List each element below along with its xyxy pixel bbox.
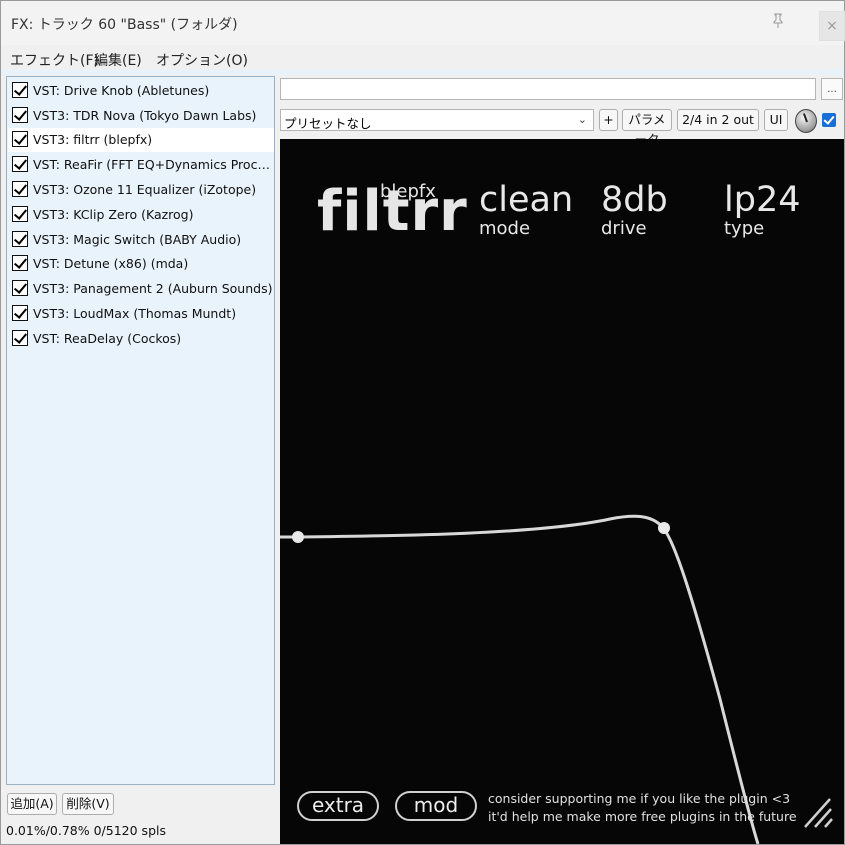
fx-item[interactable]: VST3: Magic Switch (BABY Audio) <box>8 228 274 252</box>
pin-icon[interactable] <box>771 13 785 29</box>
plugin-brand: blepfx <box>380 181 436 202</box>
fx-name-field[interactable] <box>280 78 816 100</box>
fx-enable-checkbox[interactable] <box>12 181 28 197</box>
fx-enable-checkbox[interactable] <box>12 107 28 123</box>
support-line-2: it'd help me make more free plugins in t… <box>488 809 797 824</box>
type-param[interactable]: lp24 type <box>724 181 800 239</box>
filter-node-low <box>292 531 304 543</box>
fx-item[interactable]: VST3: TDR Nova (Tokyo Dawn Labs) <box>8 104 274 128</box>
filter-curve[interactable] <box>280 139 844 844</box>
fx-enable-checkbox[interactable] <box>12 206 28 222</box>
title-bar[interactable]: FX: トラック 60 "Bass" (フォルダ) × <box>1 1 845 45</box>
resize-grip-icon[interactable] <box>802 794 834 830</box>
more-button[interactable]: ... <box>821 78 843 100</box>
fx-enable-checkbox[interactable] <box>12 131 28 147</box>
fx-enable-checkbox[interactable] <box>12 82 28 98</box>
fx-enable-checkbox[interactable] <box>12 156 28 172</box>
menu-separator <box>1 69 844 75</box>
menu-effects[interactable]: エフェクト(F) <box>10 50 99 70</box>
ui-button[interactable]: UI <box>764 109 788 131</box>
fx-item[interactable]: VST: Drive Knob (Abletunes) <box>8 79 274 103</box>
menu-options[interactable]: オプション(O) <box>156 50 248 70</box>
add-preset-button[interactable]: + <box>599 109 618 131</box>
fx-chain-list[interactable]: VST: Drive Knob (Abletunes) VST3: TDR No… <box>6 76 275 785</box>
filter-node-cutoff <box>658 522 670 534</box>
fx-item-label: VST3: Ozone 11 Equalizer (iZotope) <box>33 182 257 197</box>
fx-enable-checkbox[interactable] <box>12 231 28 247</box>
fx-item-label: VST: Detune (x86) (mda) <box>33 256 189 271</box>
fx-item[interactable]: VST: ReaDelay (Cockos) <box>8 327 274 351</box>
fx-item-label: VST3: KClip Zero (Kazrog) <box>33 207 194 222</box>
type-value: lp24 <box>724 180 801 220</box>
preset-dropdown[interactable]: プリセットなし ⌄ <box>280 109 594 131</box>
mode-param[interactable]: clean mode <box>479 181 573 239</box>
fx-item-label: VST3: LoudMax (Thomas Mundt) <box>33 306 237 321</box>
chevron-down-icon: ⌄ <box>577 113 587 126</box>
fx-item-label: VST: ReaDelay (Cockos) <box>33 331 182 346</box>
fx-enable-checkbox[interactable] <box>12 330 28 346</box>
extra-button[interactable]: extra <box>297 791 379 821</box>
menu-edit[interactable]: 編集(E) <box>94 50 142 70</box>
fx-item[interactable]: VST3: Panagement 2 (Auburn Sounds) <box>8 277 274 301</box>
add-fx-button[interactable]: 追加(A) <box>7 793 57 815</box>
bypass-checkbox[interactable] <box>822 113 836 127</box>
support-message: consider supporting me if you like the p… <box>488 790 797 826</box>
mod-button[interactable]: mod <box>395 791 477 821</box>
fx-item-label: VST3: filtrr (blepfx) <box>33 132 153 147</box>
support-line-1: consider supporting me if you like the p… <box>488 791 791 806</box>
fx-item-label: VST3: TDR Nova (Tokyo Dawn Labs) <box>33 108 257 123</box>
cpu-status: 0.01%/0.78% 0/5120 spls <box>6 823 166 838</box>
fx-item-label: VST3: Panagement 2 (Auburn Sounds) <box>33 281 273 296</box>
fx-enable-checkbox[interactable] <box>12 305 28 321</box>
fx-item[interactable]: VST3: KClip Zero (Kazrog) <box>8 203 274 227</box>
drive-label: drive <box>601 218 647 239</box>
fx-item-selected[interactable]: VST3: filtrr (blepfx) <box>8 128 274 152</box>
fx-window: FX: トラック 60 "Bass" (フォルダ) × エフェクト(F) 編集(… <box>0 0 845 845</box>
window-title: FX: トラック 60 "Bass" (フォルダ) <box>11 17 238 33</box>
fx-item[interactable]: VST: ReaFir (FFT EQ+Dynamics Processor (… <box>8 153 274 177</box>
fx-item[interactable]: VST: Detune (x86) (mda) <box>8 252 274 276</box>
remove-fx-button[interactable]: 削除(V) <box>62 793 114 815</box>
fx-item-label: VST: ReaFir (FFT EQ+Dynamics Processor (… <box>33 157 273 172</box>
plugin-ui[interactable]: filtrr blepfx clean mode 8db drive lp24 … <box>280 139 844 844</box>
menu-bar: エフェクト(F) 編集(E) オプション(O) <box>1 47 844 69</box>
wet-knob-icon[interactable] <box>795 109 817 133</box>
fx-enable-checkbox[interactable] <box>12 255 28 271</box>
preset-value: プリセットなし <box>284 116 372 131</box>
close-button[interactable]: × <box>819 11 845 41</box>
mode-label: mode <box>479 218 531 239</box>
type-label: type <box>724 218 765 239</box>
mode-value: clean <box>479 180 574 220</box>
fx-item-label: VST3: Magic Switch (BABY Audio) <box>33 232 242 247</box>
drive-param[interactable]: 8db drive <box>601 181 668 239</box>
fx-item[interactable]: VST3: Ozone 11 Equalizer (iZotope) <box>8 178 274 202</box>
io-routing-button[interactable]: 2/4 in 2 out <box>677 109 759 131</box>
params-button[interactable]: パラメータ <box>622 109 672 147</box>
fx-enable-checkbox[interactable] <box>12 280 28 296</box>
fx-item[interactable]: VST3: LoudMax (Thomas Mundt) <box>8 302 274 326</box>
drive-value: 8db <box>601 180 668 220</box>
fx-item-label: VST: Drive Knob (Abletunes) <box>33 83 210 98</box>
